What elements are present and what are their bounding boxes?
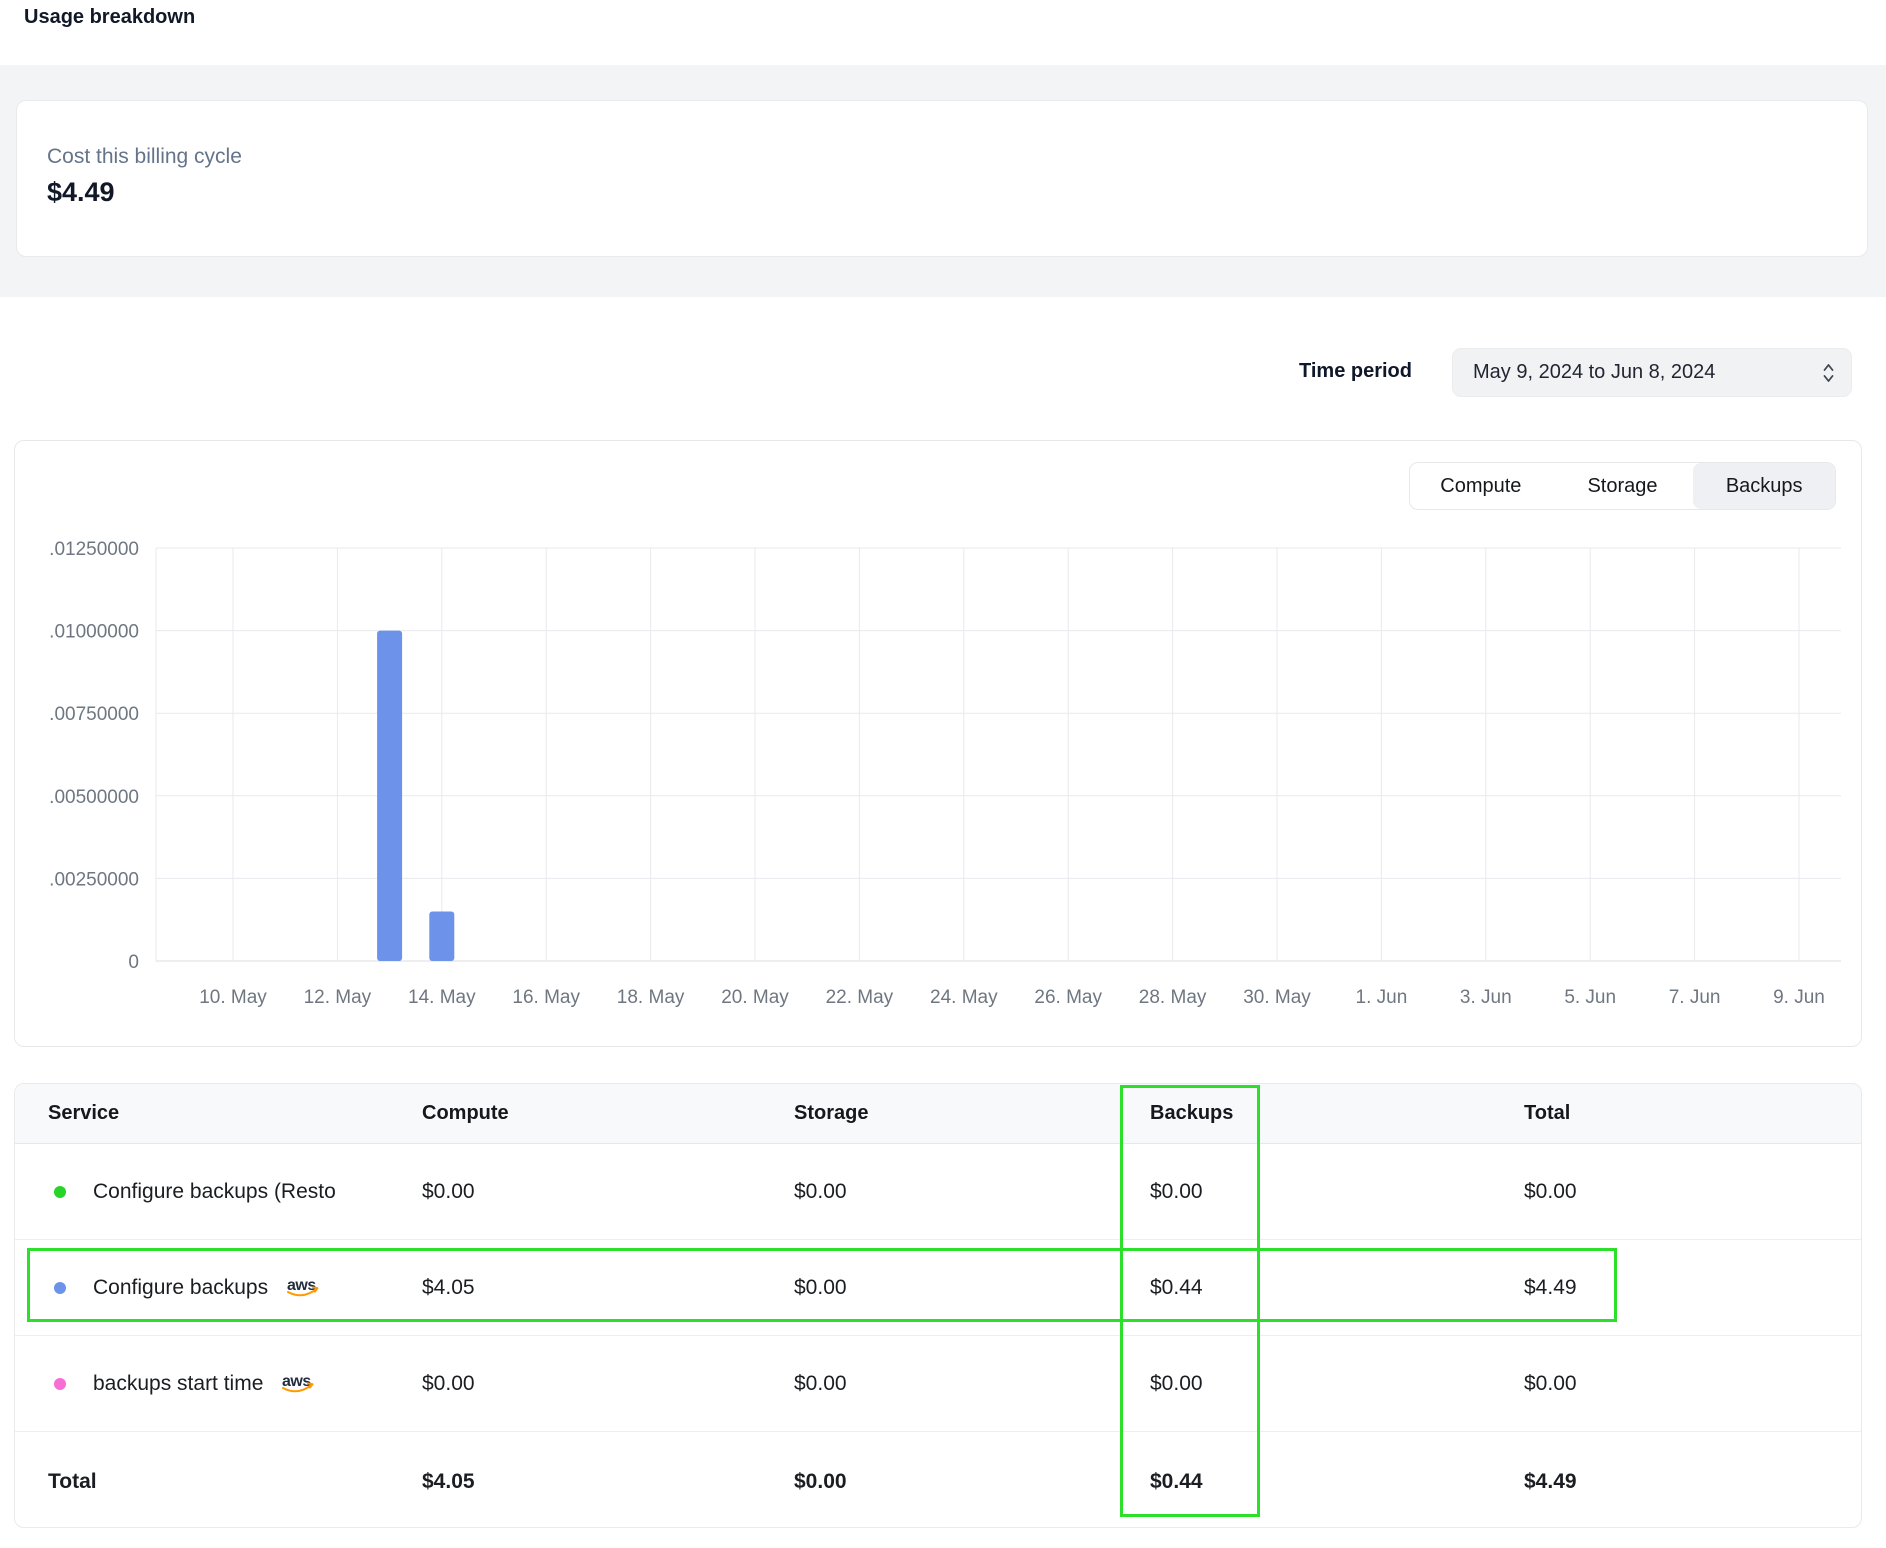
usage-chart-panel: .01250000 .01000000 .00750000 .00500000 .002… — [14, 440, 1862, 1047]
tab-compute[interactable]: Compute — [1410, 463, 1552, 509]
cell-storage: $0.00 — [794, 1336, 847, 1431]
cell-total: $0.00 — [1524, 1144, 1577, 1239]
usage-breakdown-table: ServiceComputeStorageBackupsTotalConfigu… — [14, 1083, 1862, 1528]
billing-cycle-amount: $4.49 — [47, 177, 1867, 208]
aws-logo-icon: aws — [279, 1371, 317, 1396]
x-axis-tick-label: 14. May — [408, 987, 476, 1008]
x-axis-tick-label: 7. Jun — [1669, 987, 1721, 1008]
bar-13-may[interactable] — [377, 631, 402, 961]
y-axis-tick-label: .01250000 — [49, 539, 139, 560]
time-period-label: Time period — [1299, 360, 1412, 383]
backups-usage-bar-chart: .01250000 .01000000 .00750000 .00500000 .002… — [15, 441, 1863, 1048]
table-row: Configure backups (Resto $0.00 $0.00 $0.00 $… — [15, 1144, 1861, 1239]
billing-cycle-label: Cost this billing cycle — [47, 145, 1867, 169]
cell-total: $0.00 — [1524, 1336, 1577, 1431]
y-axis-tick-label: 0 — [128, 952, 139, 973]
table-total-row: Total $4.05 $0.00 $0.44 $4.49 — [15, 1431, 1861, 1528]
x-axis-tick-label: 20. May — [721, 987, 789, 1008]
billing-summary-card: Cost this billing cycle $4.49 — [16, 100, 1868, 257]
page-title: Usage breakdown — [24, 6, 195, 29]
cell-backups: $0.00 — [1150, 1144, 1203, 1239]
service-cell: Configure backups aws — [54, 1240, 322, 1335]
x-axis-tick-label: 1. Jun — [1356, 987, 1408, 1008]
chart-metric-tabs: Compute Storage Backups — [1409, 462, 1836, 510]
x-axis-tick-label: 18. May — [617, 987, 685, 1008]
usage-breakdown-page: Usage breakdown Cost this billing cycle … — [0, 0, 1886, 1548]
time-period-value: May 9, 2024 to Jun 8, 2024 — [1453, 361, 1822, 384]
x-axis-tick-label: 12. May — [304, 987, 372, 1008]
x-axis-tick-label: 22. May — [826, 987, 894, 1008]
cell-backups: $0.44 — [1150, 1240, 1203, 1335]
total-cell-backups: $0.44 — [1150, 1432, 1203, 1528]
series-dot-icon — [54, 1378, 66, 1390]
column-header-compute: Compute — [422, 1084, 509, 1143]
y-axis-tick-label: .01000000 — [49, 622, 139, 643]
y-axis-tick-label: .00750000 — [49, 704, 139, 725]
x-axis-tick-label: 5. Jun — [1564, 987, 1616, 1008]
x-axis-tick-label: 10. May — [199, 987, 267, 1008]
cell-compute: $0.00 — [422, 1336, 475, 1431]
x-axis-tick-label: 30. May — [1243, 987, 1311, 1008]
y-axis-tick-label: .00500000 — [49, 787, 139, 808]
total-cell-total: $4.49 — [1524, 1432, 1577, 1528]
cell-compute: $4.05 — [422, 1240, 475, 1335]
billing-summary-band: Cost this billing cycle $4.49 — [0, 65, 1886, 297]
x-axis-tick-label: 24. May — [930, 987, 998, 1008]
total-cell-storage: $0.00 — [794, 1432, 847, 1528]
total-cell-compute: $4.05 — [422, 1432, 475, 1528]
cell-storage: $0.00 — [794, 1144, 847, 1239]
service-name: backups start time — [93, 1372, 263, 1396]
table-header-row: Service Compute Storage Backups Total — [15, 1084, 1861, 1144]
cell-backups: $0.00 — [1150, 1336, 1203, 1431]
tab-backups[interactable]: Backups — [1693, 463, 1835, 509]
table-row: Configure backups aws $4.05 $0.00 $0.44 $4.49 — [15, 1239, 1861, 1335]
cell-compute: $0.00 — [422, 1144, 475, 1239]
total-row-label: Total — [48, 1432, 97, 1528]
x-axis-tick-label: 28. May — [1139, 987, 1207, 1008]
x-axis-tick-label: 9. Jun — [1773, 987, 1825, 1008]
cell-storage: $0.00 — [794, 1240, 847, 1335]
chevron-up-down-icon — [1822, 360, 1835, 386]
time-period-select[interactable]: May 9, 2024 to Jun 8, 2024 — [1452, 348, 1852, 397]
aws-logo-icon: aws — [284, 1275, 322, 1300]
column-header-storage: Storage — [794, 1084, 868, 1143]
x-axis-tick-label: 16. May — [512, 987, 580, 1008]
series-dot-icon — [54, 1186, 66, 1198]
x-axis-tick-label: 3. Jun — [1460, 987, 1512, 1008]
column-header-backups: Backups — [1150, 1084, 1233, 1143]
x-axis-tick-label: 26. May — [1034, 987, 1102, 1008]
bar-14-may[interactable] — [429, 911, 454, 961]
table-row: backups start time aws $0.00 $0.00 $0.00 $0.0… — [15, 1335, 1861, 1431]
y-axis-tick-label: .00250000 — [49, 869, 139, 890]
cell-total: $4.49 — [1524, 1240, 1577, 1335]
service-cell: backups start time aws — [54, 1336, 317, 1431]
tab-storage[interactable]: Storage — [1552, 463, 1694, 509]
service-name: Configure backups (Resto — [93, 1180, 336, 1204]
column-header-service: Service — [48, 1084, 119, 1143]
service-cell: Configure backups (Resto — [54, 1144, 336, 1239]
service-name: Configure backups — [93, 1276, 268, 1300]
series-dot-icon — [54, 1282, 66, 1294]
column-header-total: Total — [1524, 1084, 1570, 1143]
